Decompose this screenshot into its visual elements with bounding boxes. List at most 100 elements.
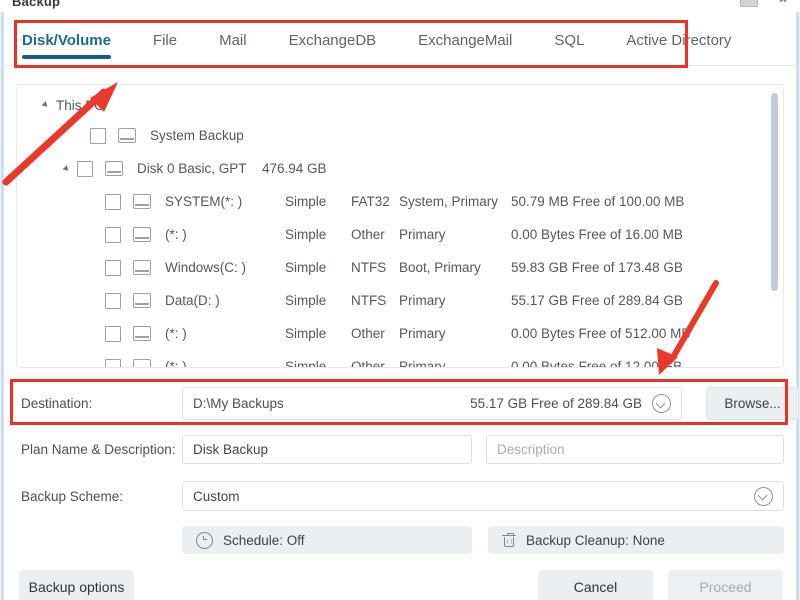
disk-icon — [133, 227, 151, 242]
tree-row-role: Primary — [399, 227, 446, 242]
tree-vertical-scrollbar[interactable] — [771, 93, 778, 291]
tab-label: Disk/Volume — [22, 31, 111, 49]
tab-bar: Disk/Volume File Mail ExchangeDB Exchang… — [4, 14, 796, 66]
tab-exchangedb[interactable]: ExchangeDB — [268, 14, 398, 66]
maximize-icon — [740, 0, 758, 7]
backup-dialog: Backup •• Disk/Volume File Mail Exchange… — [0, 0, 800, 600]
tab-list: Disk/Volume File Mail ExchangeDB Exchang… — [22, 14, 752, 66]
tree-row-free: 0.00 Bytes Free of 12.00 GB — [511, 359, 683, 368]
tab-label: Mail — [219, 31, 247, 49]
tree-row-volume[interactable]: Windows(C: ) Simple NTFS Boot, Primary 5… — [17, 251, 783, 284]
cancel-button[interactable]: Cancel — [538, 570, 653, 600]
tree-row-volume[interactable]: (*: ) Simple Other Primary 0.00 Bytes Fr… — [17, 317, 783, 350]
tree-row-label: (*: ) — [165, 227, 187, 242]
close-button[interactable]: •• — [772, 0, 794, 8]
tree-row-volume[interactable]: (*: ) Simple Other Primary 0.00 Bytes Fr… — [17, 218, 783, 251]
tree-row-system-backup[interactable]: System Backup — [17, 119, 783, 152]
tree-row-type: Simple — [285, 260, 327, 275]
disk-icon — [118, 128, 136, 143]
tree-row-volume[interactable]: SYSTEM(*: ) Simple FAT32 System, Primary… — [17, 185, 783, 218]
tree-row-label: Disk 0 Basic, GPT — [137, 161, 247, 176]
schedule-label: Schedule: Off — [223, 532, 305, 548]
window-left-edge — [0, 12, 4, 600]
tree-row-label: This PC — [56, 97, 105, 113]
row-checkbox[interactable] — [77, 160, 93, 177]
window-controls: •• — [738, 0, 794, 8]
disk-icon — [105, 161, 123, 176]
browse-button[interactable]: Browse... — [706, 387, 799, 420]
tree-row-volume[interactable]: Data(D: ) Simple NTFS Primary 55.17 GB F… — [17, 284, 783, 317]
backup-scheme-select[interactable]: Custom — [182, 481, 784, 511]
tab-exchangemail[interactable]: ExchangeMail — [397, 14, 533, 66]
plan-name-row: Plan Name & Description: Disk Backup Des… — [16, 435, 784, 465]
disk-icon — [133, 260, 151, 275]
tab-label: File — [152, 31, 178, 49]
tree-row-role: System, Primary — [399, 194, 499, 209]
tree-row-this-pc[interactable]: This PC — [17, 85, 783, 119]
schedule-button[interactable]: Schedule: Off — [182, 526, 472, 554]
chevron-down-icon[interactable] — [754, 486, 773, 506]
backup-cleanup-button[interactable]: Backup Cleanup: None — [488, 526, 784, 554]
tree-row-label: System Backup — [150, 128, 244, 143]
tree-row-filesystem: Other — [351, 227, 385, 242]
tab-file[interactable]: File — [132, 14, 198, 66]
tab-label: ExchangeDB — [288, 31, 377, 49]
tree-row-label: SYSTEM(*: ) — [165, 194, 243, 209]
tree-rows: This PC System Backup Disk 0 Basic, GPT … — [17, 85, 783, 368]
tree-row-volume[interactable]: (*: ) Simple Other Primary 0.00 Bytes Fr… — [17, 350, 783, 368]
expand-caret-icon[interactable] — [41, 101, 50, 109]
tab-active-directory[interactable]: Active Directory — [605, 14, 752, 66]
tree-row-filesystem: Other — [351, 326, 385, 341]
tab-label: Active Directory — [626, 31, 732, 49]
disk-icon — [133, 326, 151, 341]
row-checkbox[interactable] — [105, 325, 121, 342]
disk-icon — [133, 194, 151, 209]
proceed-button[interactable]: Proceed — [668, 570, 783, 600]
row-checkbox[interactable] — [105, 259, 121, 276]
tree-row-size: 476.94 GB — [262, 161, 327, 176]
backup-scheme-value: Custom — [193, 488, 240, 504]
tree-row-free: 50.79 MB Free of 100.00 MB — [511, 194, 685, 209]
destination-path-value: D:\My Backups — [193, 396, 284, 411]
tree-row-role: Primary — [399, 359, 446, 368]
tree-row-type: Simple — [285, 293, 327, 308]
tab-mail[interactable]: Mail — [198, 14, 268, 66]
disk-volume-tree-panel[interactable]: This PC System Backup Disk 0 Basic, GPT … — [16, 84, 784, 368]
chevron-down-icon[interactable] — [652, 394, 671, 413]
backup-cleanup-label: Backup Cleanup: None — [526, 532, 665, 548]
tab-label: SQL — [554, 31, 585, 49]
maximize-button[interactable] — [738, 0, 760, 8]
plan-name-input[interactable]: Disk Backup — [182, 435, 472, 464]
disk-icon — [133, 359, 151, 367]
tree-row-filesystem: NTFS — [351, 293, 387, 308]
tree-row-filesystem: NTFS — [351, 260, 387, 275]
row-checkbox[interactable] — [105, 226, 121, 243]
tab-label: ExchangeMail — [418, 31, 513, 49]
destination-row: Destination: D:\My Backups 55.17 GB Free… — [16, 387, 799, 422]
tree-row-role: Primary — [399, 293, 446, 308]
tree-row-label: (*: ) — [165, 326, 187, 341]
window-right-edge — [796, 12, 800, 600]
row-checkbox[interactable] — [105, 193, 121, 210]
tab-sql[interactable]: SQL — [533, 14, 605, 66]
tree-row-type: Simple — [285, 194, 327, 209]
backup-options-button[interactable]: Backup options — [19, 570, 134, 600]
tree-row-free: 59.83 GB Free of 173.48 GB — [511, 260, 683, 275]
destination-input[interactable]: D:\My Backups 55.17 GB Free of 289.84 GB — [182, 387, 682, 420]
destination-label: Destination: — [21, 396, 93, 411]
tab-disk-volume[interactable]: Disk/Volume — [22, 14, 132, 66]
plan-description-input[interactable]: Description — [486, 435, 784, 464]
row-checkbox[interactable] — [90, 127, 106, 144]
disk-icon — [133, 293, 151, 308]
tree-row-label: (*: ) — [165, 359, 187, 368]
tree-row-type: Simple — [285, 359, 327, 368]
row-checkbox[interactable] — [105, 292, 121, 309]
tree-row-free: 55.17 GB Free of 289.84 GB — [511, 293, 683, 308]
expand-caret-icon[interactable] — [62, 164, 71, 173]
tab-active-underline — [22, 55, 111, 59]
backup-scheme-label: Backup Scheme: — [21, 489, 124, 504]
tree-row-label: Windows(C: ) — [165, 260, 247, 275]
tree-row-role: Boot, Primary — [399, 260, 481, 275]
row-checkbox[interactable] — [105, 358, 121, 367]
tree-row-disk0[interactable]: Disk 0 Basic, GPT 476.94 GB — [17, 152, 783, 185]
